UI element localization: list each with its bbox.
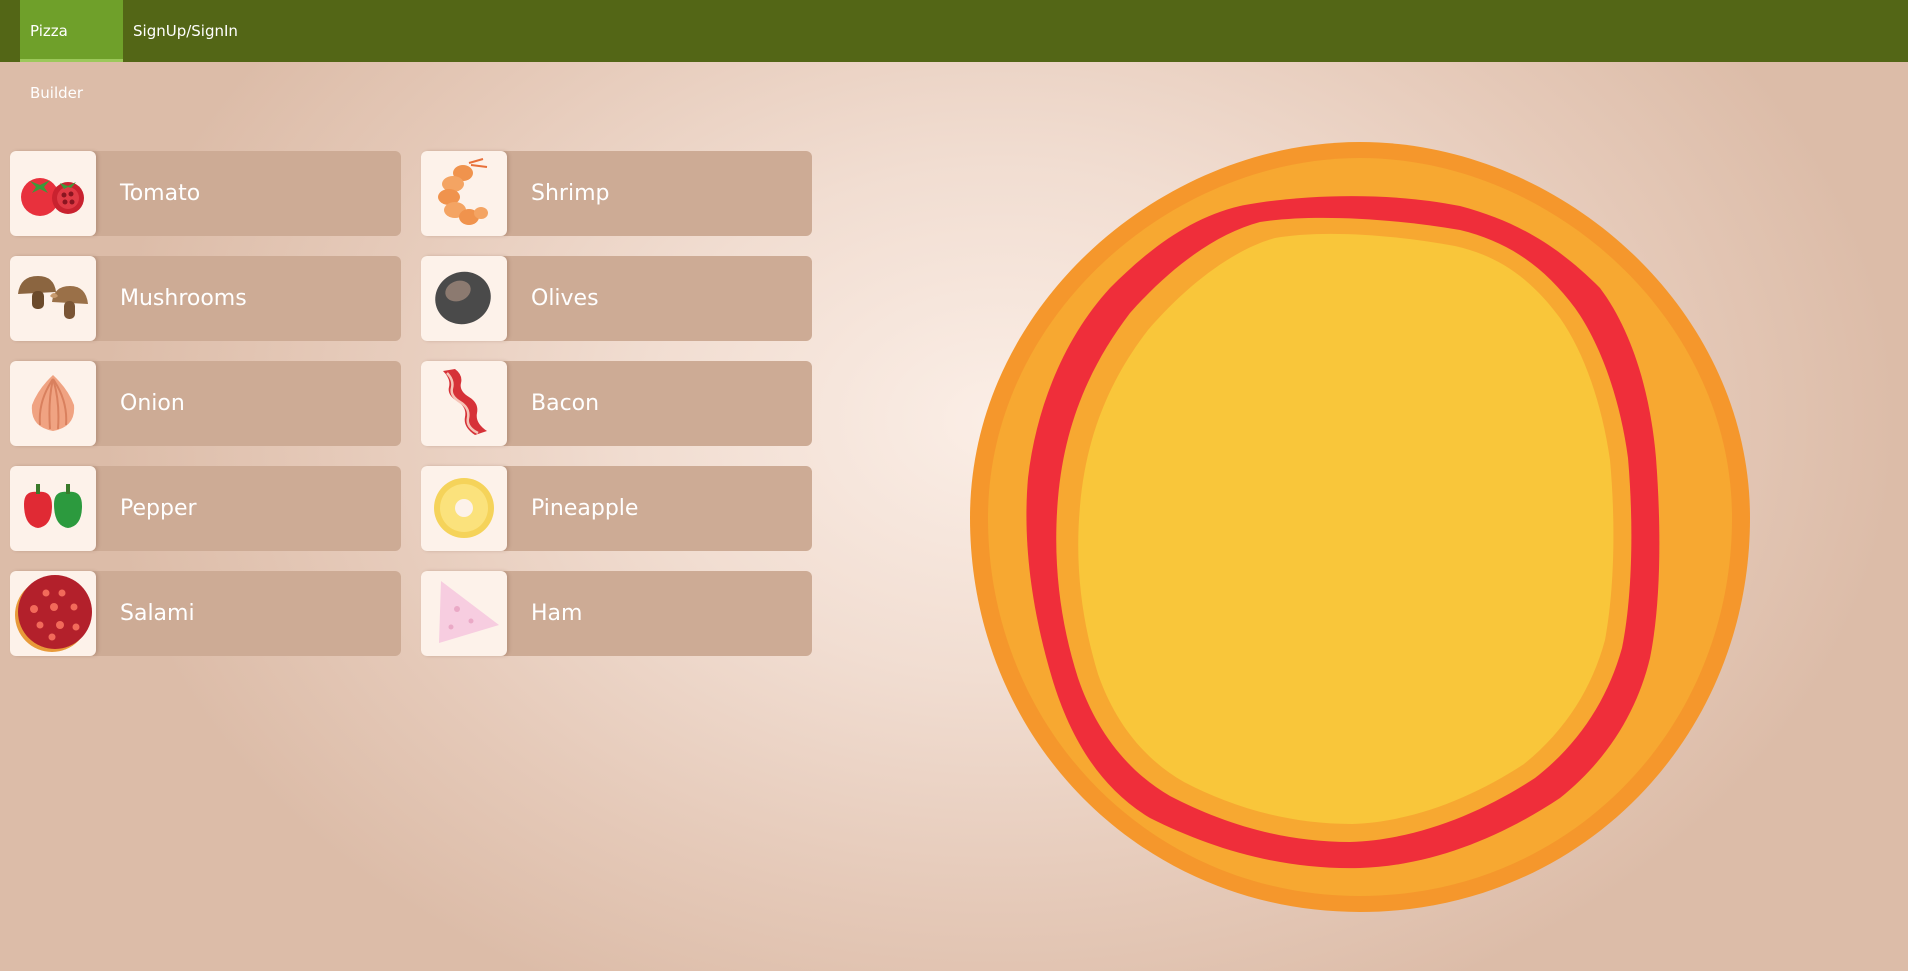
topping-label: Pineapple [531, 496, 639, 521]
pizza-canvas[interactable] [960, 138, 1760, 918]
nav-pizza-builder[interactable]: Pizza Builder [20, 0, 123, 102]
salami-icon [10, 571, 96, 656]
topping-label: Onion [120, 391, 185, 416]
pineapple-icon [421, 466, 507, 551]
topping-shrimp[interactable]: Shrimp [421, 151, 812, 236]
ham-icon [421, 571, 507, 656]
topping-ham[interactable]: Ham [421, 571, 812, 656]
topping-label: Salami [120, 601, 195, 626]
tomato-icon [10, 151, 96, 236]
mushroom-icon [10, 256, 96, 341]
olive-icon [421, 256, 507, 341]
topping-label: Olives [531, 286, 599, 311]
navbar: Pizza Builder SignUp/SignIn [0, 0, 1908, 102]
topping-label: Shrimp [531, 181, 610, 206]
pizza-cheese-top [1078, 233, 1614, 825]
nav-signup-signin[interactable]: SignUp/SignIn [123, 0, 240, 62]
topping-mushrooms[interactable]: Mushrooms [10, 256, 401, 341]
topping-onion[interactable]: Onion [10, 361, 401, 446]
topping-label: Ham [531, 601, 583, 626]
topping-label: Pepper [120, 496, 197, 521]
bacon-icon [421, 361, 507, 446]
shrimp-icon [421, 151, 507, 236]
topping-label: Tomato [120, 181, 201, 206]
pepper-icon [10, 466, 96, 551]
topping-tomato[interactable]: Tomato [10, 151, 401, 236]
topping-pepper[interactable]: Pepper [10, 466, 401, 551]
topping-label: Bacon [531, 391, 600, 416]
topping-salami[interactable]: Salami [10, 571, 401, 656]
topping-bacon[interactable]: Bacon [421, 361, 812, 446]
topping-olives[interactable]: Olives [421, 256, 812, 341]
onion-icon [10, 361, 96, 446]
topping-label: Mushrooms [120, 286, 247, 311]
topping-pineapple[interactable]: Pineapple [421, 466, 812, 551]
